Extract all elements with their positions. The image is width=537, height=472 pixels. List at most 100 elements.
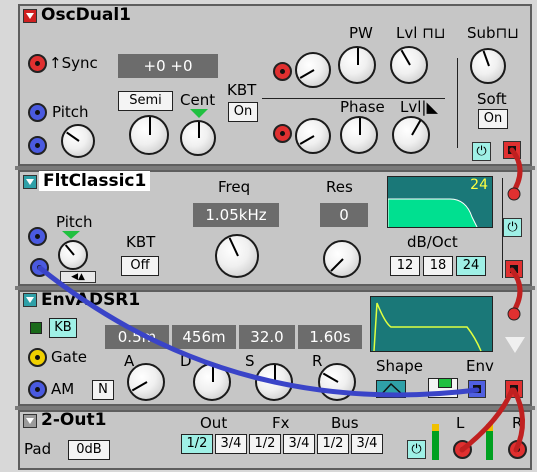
level-meter-l — [432, 424, 439, 460]
osc-power-icon[interactable]: ⏻ — [472, 142, 491, 161]
pad-button[interactable]: 0dB — [68, 440, 110, 460]
gate-label: Gate — [51, 348, 87, 366]
collapse-out-icon[interactable] — [23, 414, 37, 428]
collapse-env-icon[interactable] — [23, 293, 37, 307]
env-am-in-jack[interactable] — [505, 380, 523, 398]
env-out-jack[interactable] — [468, 380, 486, 398]
lvl-square-text: Lvl — [396, 24, 418, 42]
freq-display[interactable]: 1.05kHz — [193, 203, 279, 227]
pad-label: Pad — [24, 440, 52, 458]
kbt-flt-button[interactable]: Off — [121, 256, 159, 276]
osc-dual-module — [18, 4, 532, 166]
saw-wave-icon: |◣ — [421, 98, 438, 116]
attack-display[interactable]: 0.5m — [105, 325, 169, 349]
env-down-arrow-icon — [505, 337, 525, 353]
semi-knob[interactable] — [129, 115, 169, 155]
flt-out-jack[interactable] — [505, 260, 523, 278]
out-l-jack[interactable] — [453, 440, 472, 459]
attack-knob[interactable] — [127, 363, 165, 401]
sub-knob[interactable] — [470, 48, 506, 84]
res-knob[interactable] — [323, 240, 361, 278]
shape-curve-icon — [378, 382, 406, 398]
collapse-flt-icon[interactable] — [23, 175, 37, 189]
flt-title: FltClassic1 — [39, 171, 151, 191]
sustain-knob[interactable] — [255, 363, 293, 401]
pitch-flt-knob[interactable] — [58, 240, 88, 270]
env-title: EnvADSR1 — [41, 290, 141, 310]
sustain-display[interactable]: 32.0 — [239, 325, 295, 349]
l-label: L — [456, 414, 465, 432]
phase-knob[interactable] — [340, 116, 378, 154]
cent-label: Cent — [180, 91, 216, 109]
fx-label: Fx — [272, 414, 290, 432]
decay-display[interactable]: 456m — [172, 325, 236, 349]
patch-canvas: OscDual1 ↑Sync +0 +0 Semi Cent KBT On Pi… — [0, 0, 537, 472]
pw-mod-knob[interactable] — [295, 52, 331, 88]
sync-in-jack[interactable] — [28, 54, 47, 73]
phase-mod-jack[interactable] — [273, 124, 292, 143]
out-12-button[interactable]: 1/2 — [181, 434, 213, 454]
envelope-curve-icon — [373, 302, 482, 352]
lvl-saw-label: Lvl|◣ — [400, 98, 438, 116]
d-label: D — [180, 352, 192, 370]
gate-jack[interactable] — [28, 348, 47, 367]
sync-value-display[interactable]: +0 +0 — [118, 54, 218, 78]
collapse-osc-icon[interactable] — [23, 9, 37, 23]
kbt-osc-button[interactable]: On — [228, 102, 258, 122]
am-jack[interactable] — [28, 380, 47, 399]
sub-wave-icon: ⊓⊔ — [495, 24, 519, 42]
pw-mod-jack[interactable] — [273, 62, 292, 81]
fx-12-button[interactable]: 1/2 — [249, 434, 281, 454]
decay-knob[interactable] — [193, 363, 231, 401]
phase-mod-knob[interactable] — [295, 118, 331, 154]
soft-label: Soft — [477, 90, 507, 108]
osc-out-jack[interactable] — [503, 141, 521, 159]
bus-12-button[interactable]: 1/2 — [317, 434, 349, 454]
slope-24-button[interactable]: 24 — [456, 256, 486, 276]
slope-12-button[interactable]: 12 — [390, 256, 420, 276]
kb-led-icon — [30, 322, 42, 334]
freq-label: Freq — [218, 178, 251, 196]
slope-value-display: 24 — [470, 177, 488, 193]
am-invert-button[interactable]: N — [92, 380, 114, 400]
pitch-osc-jack-2[interactable] — [28, 136, 47, 155]
r-label: R — [512, 414, 523, 432]
pitch-osc-knob[interactable] — [61, 124, 95, 158]
release-knob[interactable] — [318, 363, 356, 401]
s-label: S — [245, 352, 255, 370]
res-display[interactable]: 0 — [320, 203, 368, 227]
out-label: Out — [200, 414, 228, 432]
cent-knob[interactable] — [180, 120, 216, 156]
release-display[interactable]: 1.60s — [298, 325, 362, 349]
kbt-flt-label: KBT — [126, 233, 156, 251]
fx-34-button[interactable]: 3/4 — [283, 434, 315, 454]
bus-34-button[interactable]: 3/4 — [351, 434, 383, 454]
phase-label: Phase — [340, 98, 385, 116]
out-power-icon[interactable]: ⏻ — [407, 440, 426, 459]
res-label: Res — [326, 178, 353, 196]
kbt-label: KBT — [227, 81, 257, 99]
bus-label: Bus — [331, 414, 359, 432]
shape-linear-button[interactable] — [376, 380, 406, 398]
pitch-osc-label: Pitch — [52, 103, 89, 121]
pitch-flt-jack[interactable] — [28, 227, 47, 246]
pitch-osc-jack-1[interactable] — [28, 103, 47, 122]
cent-indicator-icon — [190, 109, 208, 118]
kb-button[interactable]: KB — [49, 318, 77, 338]
soft-button[interactable]: On — [478, 109, 508, 129]
slope-18-button[interactable]: 18 — [423, 256, 453, 276]
out-34-button[interactable]: 3/4 — [215, 434, 247, 454]
freq-knob[interactable] — [215, 234, 259, 278]
flt-in-jack[interactable] — [30, 258, 49, 277]
osc-title: OscDual1 — [41, 5, 131, 25]
pw-knob[interactable] — [338, 46, 376, 84]
flt-power-icon[interactable]: ⏻ — [503, 218, 522, 237]
semi-button[interactable]: Semi — [118, 91, 173, 111]
r-label: R — [312, 352, 323, 370]
pitch-flt-stepper[interactable]: ◀▲ — [60, 271, 96, 283]
lvl-saw-knob[interactable] — [392, 116, 430, 154]
filter-response-graph: 24 — [387, 176, 493, 228]
env-shape-indicator-icon — [438, 378, 452, 388]
lvl-square-knob[interactable] — [390, 46, 428, 84]
out-r-jack[interactable] — [508, 440, 527, 459]
